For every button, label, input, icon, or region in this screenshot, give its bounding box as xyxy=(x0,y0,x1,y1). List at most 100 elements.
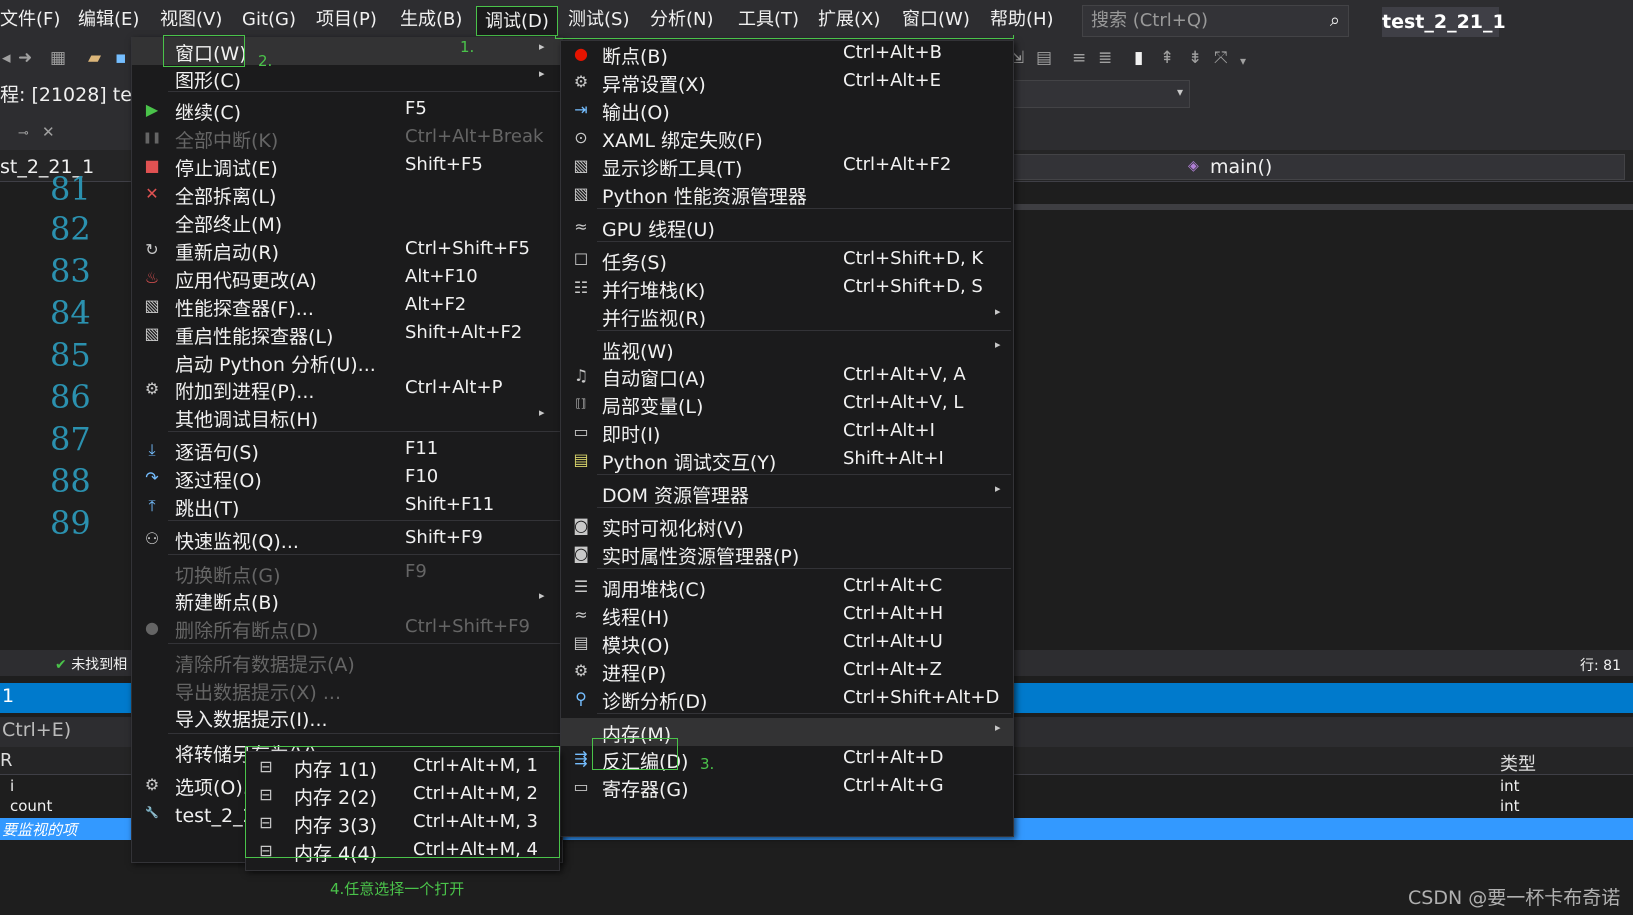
close-icon[interactable]: ✕ xyxy=(42,123,55,141)
menu-separator xyxy=(168,643,562,644)
call-stack-icon: ☰ xyxy=(573,577,589,596)
menu-item-shortcut: F11 xyxy=(405,438,439,459)
search-input[interactable]: 搜索 (Ctrl+Q) ⌕ xyxy=(1082,5,1349,37)
window-menu-item[interactable]: ⟦⟧ 局部变量(L) Ctrl+Alt+V, L xyxy=(561,390,1013,418)
window-menu-item[interactable]: ◙ 实时属性资源管理器(P) xyxy=(561,540,1013,568)
debug-menu-item[interactable]: 图形(C) ▸ xyxy=(132,64,562,92)
debug-menu-item[interactable]: 启动 Python 分析(U)... xyxy=(132,348,562,376)
menu-separator xyxy=(597,568,1011,569)
menu-item-label: 逐语句(S) xyxy=(175,442,259,464)
save-icon[interactable]: ▪ xyxy=(115,48,127,68)
menu-3[interactable]: 视图(V) xyxy=(160,0,222,40)
menu-7[interactable]: 调试(D) xyxy=(476,6,558,36)
open-folder-icon[interactable]: ▰ xyxy=(88,48,101,68)
toolbar-overflow-icon[interactable]: ▾ xyxy=(1240,54,1246,68)
window-menu-item[interactable]: ⊙ XAML 绑定失败(F) xyxy=(561,124,1013,152)
window-menu-item[interactable]: 并行监视(R) ▸ xyxy=(561,302,1013,330)
window-menu-item[interactable]: ≈ 线程(H) Ctrl+Alt+H xyxy=(561,601,1013,629)
window-menu-item[interactable]: ◙ 实时可视化树(V) xyxy=(561,512,1013,540)
menu-item-shortcut: Ctrl+Alt+D xyxy=(843,747,944,768)
menu-item-label: 显示诊断工具(T) xyxy=(602,158,743,180)
window-menu-item[interactable]: ⚲ 诊断分析(D) Ctrl+Shift+Alt+D xyxy=(561,685,1013,713)
stack-frame-dropdown[interactable]: ▾ xyxy=(1005,80,1190,108)
debug-menu-item[interactable]: ✕ 全部拆离(L) xyxy=(132,180,562,208)
debug-menu-item[interactable]: ▧ 重启性能探查器(L) Shift+Alt+F2 xyxy=(132,320,562,348)
debug-menu-item[interactable]: ↷ 逐过程(O) F10 xyxy=(132,464,562,492)
window-menu-item[interactable]: ▤ 模块(O) Ctrl+Alt+U xyxy=(561,629,1013,657)
window-menu-item[interactable]: ☷ 并行堆栈(K) Ctrl+Shift+D, S xyxy=(561,274,1013,302)
chevron-down-icon: ▾ xyxy=(1176,85,1183,99)
window-menu-item[interactable]: ▭ 寄存器(G) Ctrl+Alt+G xyxy=(561,773,1013,801)
new-project-icon[interactable]: ▦ xyxy=(50,48,66,68)
menu-item-label: 重新启动(R) xyxy=(175,242,280,264)
uncomment-icon[interactable]: ≣ xyxy=(1098,48,1112,68)
menu-6[interactable]: 生成(B) xyxy=(400,0,462,40)
submenu-arrow-icon: ▸ xyxy=(995,482,1001,495)
window-menu-item[interactable]: ⚙ 异常设置(X) Ctrl+Alt+E xyxy=(561,68,1013,96)
menu-8[interactable]: 测试(S) xyxy=(568,0,629,40)
window-menu-item[interactable]: ⇥ 输出(O) xyxy=(561,96,1013,124)
debug-menu-item[interactable]: ▶ 继续(C) F5 xyxy=(132,96,562,124)
window-menu-item[interactable]: ▧ Python 性能资源管理器 xyxy=(561,180,1013,208)
window-menu-item[interactable]: DOM 资源管理器 ▸ xyxy=(561,479,1013,507)
debug-menu-item[interactable]: 其他调试目标(H) ▸ xyxy=(132,403,562,431)
window-menu-item[interactable]: ▭ 即时(I) Ctrl+Alt+I xyxy=(561,418,1013,446)
menu-4[interactable]: Git(G) xyxy=(242,0,296,40)
menu-item-label: Python 调试交互(Y) xyxy=(602,452,777,474)
debug-menu-item[interactable]: 全部终止(M) xyxy=(132,208,562,236)
next-bookmark-icon[interactable]: ⇟ xyxy=(1188,48,1202,68)
menu-5[interactable]: 项目(P) xyxy=(316,0,377,40)
prev-bookmark-icon[interactable]: ⇞ xyxy=(1160,48,1174,68)
menu-1[interactable]: 文件(F) xyxy=(0,0,60,40)
window-menu-item[interactable]: ♫ 自动窗口(A) Ctrl+Alt+V, A xyxy=(561,362,1013,390)
watch-col-name[interactable]: R xyxy=(0,750,13,771)
clear-bookmarks-icon[interactable]: ⤧ xyxy=(1214,48,1228,68)
debug-menu-item[interactable]: 导入数据提示(I)... xyxy=(132,703,562,731)
debug-menu-item[interactable]: ♨ 应用代码更改(A) Alt+F10 xyxy=(132,264,562,292)
menu-item-shortcut: Ctrl+Alt+G xyxy=(843,775,944,796)
modules-icon: ▤ xyxy=(573,633,589,652)
editor-scrollbar[interactable] xyxy=(1010,204,1633,210)
breakpoint-icon: ● xyxy=(574,44,588,63)
debug-menu-item[interactable]: ↻ 重新启动(R) Ctrl+Shift+F5 xyxy=(132,236,562,264)
comment-icon[interactable]: ≡ xyxy=(1072,48,1086,68)
function-dropdown[interactable] xyxy=(1005,154,1625,180)
debug-menu-item[interactable]: ⤒ 跳出(T) Shift+F11 xyxy=(132,492,562,520)
submenu-arrow-icon: ▸ xyxy=(995,338,1001,351)
window-menu-item[interactable]: ▧ 显示诊断工具(T) Ctrl+Alt+F2 xyxy=(561,152,1013,180)
menu-item-shortcut: Shift+F9 xyxy=(405,527,483,548)
menu-2[interactable]: 编辑(E) xyxy=(78,0,139,40)
debug-menu-item[interactable]: ▧ 性能探查器(F)... Alt+F2 xyxy=(132,292,562,320)
menu-item-label: 实时可视化树(V) xyxy=(602,518,744,540)
debug-menu-item[interactable]: ■ 停止调试(E) Shift+F5 xyxy=(132,152,562,180)
line-number: 85 xyxy=(50,336,91,374)
menu-12[interactable]: 窗口(W) xyxy=(902,0,970,40)
menu-10[interactable]: 工具(T) xyxy=(738,0,799,40)
menu-11[interactable]: 扩展(X) xyxy=(818,0,880,40)
debug-menu-item[interactable]: ⤓ 逐语句(S) F11 xyxy=(132,436,562,464)
window-menu-item[interactable]: ● 断点(B) Ctrl+Alt+B xyxy=(561,40,1013,68)
window-menu-item[interactable]: ☰ 调用堆栈(C) Ctrl+Alt+C xyxy=(561,573,1013,601)
pin-icon[interactable]: ⊸ xyxy=(18,126,29,141)
no-issues-indicator[interactable]: ✔ 未找到相 xyxy=(55,654,127,674)
window-menu-item[interactable]: ≈ GPU 线程(U) xyxy=(561,213,1013,241)
menu-item-shortcut: Ctrl+Alt+P xyxy=(405,377,503,398)
forward-icon[interactable]: ➜ xyxy=(18,48,32,68)
search-icon[interactable]: ⌕ xyxy=(1330,6,1340,36)
window-menu-item[interactable]: ☐ 任务(S) Ctrl+Shift+D, K xyxy=(561,246,1013,274)
window-menu-item[interactable]: ▤ Python 调试交互(Y) Shift+Alt+I xyxy=(561,446,1013,474)
menu-13[interactable]: 帮助(H) xyxy=(990,0,1054,40)
bookmark-icon[interactable]: ▮ xyxy=(1134,48,1143,68)
debug-menu-item[interactable]: 新建断点(B) ▸ xyxy=(132,586,562,614)
parallel-stacks-icon: ☷ xyxy=(573,278,589,297)
debug-menu-item[interactable]: ⚙ 附加到进程(P)... Ctrl+Alt+P xyxy=(132,375,562,403)
watch-col-type[interactable]: 类型 xyxy=(1500,750,1536,776)
menu-item-label: 新建断点(B) xyxy=(175,592,279,614)
window-menu-item[interactable]: 监视(W) ▸ xyxy=(561,335,1013,363)
back-icon[interactable]: ◂ xyxy=(2,48,11,68)
menu-9[interactable]: 分析(N) xyxy=(650,0,714,40)
debug-menu-item[interactable]: ⚇ 快速监视(Q)... Shift+F9 xyxy=(132,525,562,553)
solution-title: test_2_21_1 xyxy=(1382,7,1506,37)
window-menu-item[interactable]: ⚙ 进程(P) Ctrl+Alt+Z xyxy=(561,657,1013,685)
format-icon[interactable]: ▤ xyxy=(1036,48,1052,68)
